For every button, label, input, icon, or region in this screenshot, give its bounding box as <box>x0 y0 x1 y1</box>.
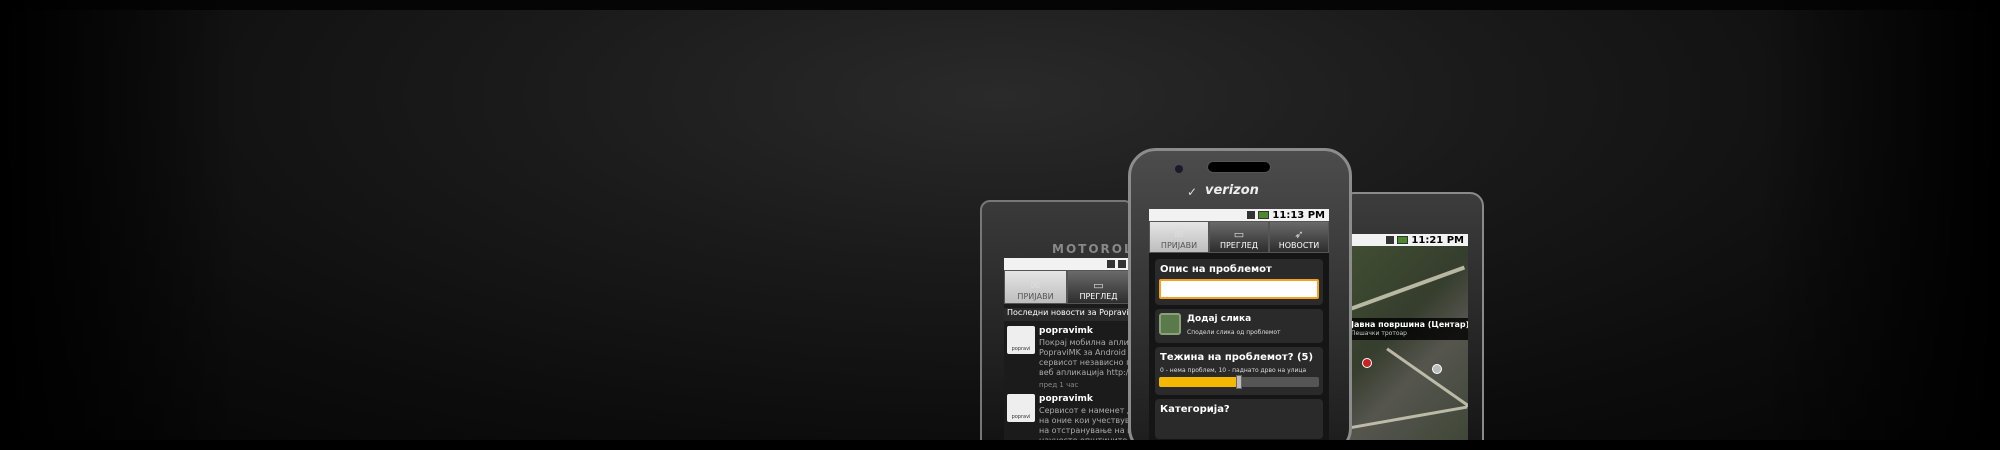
signal-icon <box>1107 260 1115 268</box>
phone-brand-logo: verizon <box>1205 183 1259 198</box>
description-title: Опис на проблемот <box>1160 264 1272 275</box>
description-section: Опис на проблемот <box>1155 259 1323 305</box>
tab-label: ПРИЈАВИ <box>1160 241 1198 250</box>
phone-brand-logo: MOTOROLA <box>1052 242 1132 256</box>
news-author: popravimk <box>1039 394 1093 404</box>
add-photo-label: Додај слика <box>1187 314 1252 324</box>
status-time: 11:21 PM <box>1411 234 1464 246</box>
promo-banner: MOTOROLA ✉ ПРИЈАВИ ▭ ПРЕГЛЕД Последни но… <box>0 0 2000 450</box>
map-pin-icon[interactable] <box>1432 364 1442 374</box>
avatar: popravi <box>1007 326 1035 354</box>
tab-label: ПРЕГЛЕД <box>1219 241 1259 250</box>
slider-thumb[interactable] <box>1236 375 1242 389</box>
motorola-phone: MOTOROLA ✉ ПРИЈАВИ ▭ ПРЕГЛЕД Последни но… <box>980 200 1134 450</box>
status-bar: 11:13 PM <box>1149 209 1329 221</box>
map-road <box>1350 265 1466 311</box>
battery-icon <box>1258 211 1270 219</box>
tab-overview[interactable]: ▭ ПРЕГЛЕД <box>1067 270 1130 304</box>
earpiece <box>1207 161 1271 173</box>
map-road <box>1386 347 1468 408</box>
tab-report[interactable]: ✉ ПРИЈАВИ <box>1149 221 1209 253</box>
map-location-label: Јавна површина (Центар) <box>1351 320 1468 329</box>
slider-fill <box>1159 377 1239 387</box>
photo-icon <box>1159 313 1181 335</box>
severity-title: Тежина на проблемот? (5) <box>1160 352 1314 363</box>
severity-note: 0 - нема проблем, 10 - паднато дрво на у… <box>1160 367 1307 374</box>
inbox-icon: ▭ <box>1093 279 1104 292</box>
map-pin-icon[interactable] <box>1362 358 1372 368</box>
description-input[interactable] <box>1159 279 1319 299</box>
news-item[interactable]: popravi popravimk Покрај мобилна апликац… <box>1007 326 1130 390</box>
report-icon: ✉ <box>1030 279 1041 292</box>
map-view[interactable]: Јавна површина (Центар) Пешачки тротоар <box>1348 246 1468 450</box>
map-location-sub: Пешачки тротоар <box>1351 330 1407 337</box>
severity-section: Тежина на проблемот? (5) 0 - нема пробле… <box>1155 347 1323 395</box>
news-body: Покрај мобилна апликац PopraviMK за Andr… <box>1039 338 1130 377</box>
phone-screen: 11:13 PM ✉ ПРИЈАВИ ▭ ПРЕГЛЕД ➶ НОВОСТИ О… <box>1149 209 1329 450</box>
phone-screen: 11:21 PM Јавна површина (Центар) Пешачки… <box>1348 234 1468 450</box>
map-callout[interactable]: Јавна површина (Центар) Пешачки тротоар <box>1348 318 1468 340</box>
bottom-edge <box>0 440 2000 450</box>
camera-icon <box>1175 165 1183 173</box>
inbox-icon: ▭ <box>1233 228 1245 241</box>
severity-slider[interactable] <box>1159 375 1319 389</box>
report-icon: ✉ <box>1174 228 1184 241</box>
news-time: пред 1 час <box>1039 381 1079 389</box>
category-section: Категорија? <box>1155 399 1323 439</box>
map-phone: 11:21 PM Јавна површина (Центар) Пешачки… <box>1340 192 1484 450</box>
tab-label: НОВОСТИ <box>1278 241 1320 250</box>
news-header: Последни новости за PopraviMK <box>1004 308 1130 321</box>
category-title: Категорија? <box>1160 404 1230 415</box>
signal-icon <box>1247 211 1256 219</box>
tab-overview[interactable]: ▭ ПРЕГЛЕД <box>1209 221 1269 253</box>
verizon-phone: ✓ verizon 11:13 PM ✉ ПРИЈАВИ ▭ ПРЕГЛЕД ➶ <box>1128 148 1352 450</box>
bird-icon: ➶ <box>1294 228 1304 241</box>
news-author: popravimk <box>1039 326 1093 336</box>
tab-label: ПРЕГЛЕД <box>1079 292 1118 301</box>
add-photo-subtitle: Сподели слика од проблемот <box>1187 329 1281 336</box>
status-time: 11:13 PM <box>1272 209 1325 221</box>
tab-report[interactable]: ✉ ПРИЈАВИ <box>1004 270 1067 304</box>
map-road <box>1348 405 1468 430</box>
add-photo-section[interactable]: Додај слика Сподели слика од проблемот <box>1155 309 1323 343</box>
avatar: popravi <box>1007 394 1035 422</box>
tab-bar: ✉ ПРИЈАВИ ▭ ПРЕГЛЕД ➶ НОВОСТИ <box>1149 221 1329 253</box>
tab-bar: ✉ ПРИЈАВИ ▭ ПРЕГЛЕД <box>1004 270 1130 304</box>
phone-screen: ✉ ПРИЈАВИ ▭ ПРЕГЛЕД Последни новости за … <box>1004 258 1130 450</box>
tab-news[interactable]: ➶ НОВОСТИ <box>1269 221 1329 253</box>
status-bar: 11:21 PM <box>1348 234 1468 246</box>
signal-icon <box>1386 236 1395 244</box>
battery-icon <box>1397 236 1409 244</box>
verizon-check-icon: ✓ <box>1187 185 1198 199</box>
tab-label: ПРИЈАВИ <box>1017 292 1054 301</box>
network-icon <box>1118 260 1126 268</box>
status-bar <box>1004 258 1130 270</box>
